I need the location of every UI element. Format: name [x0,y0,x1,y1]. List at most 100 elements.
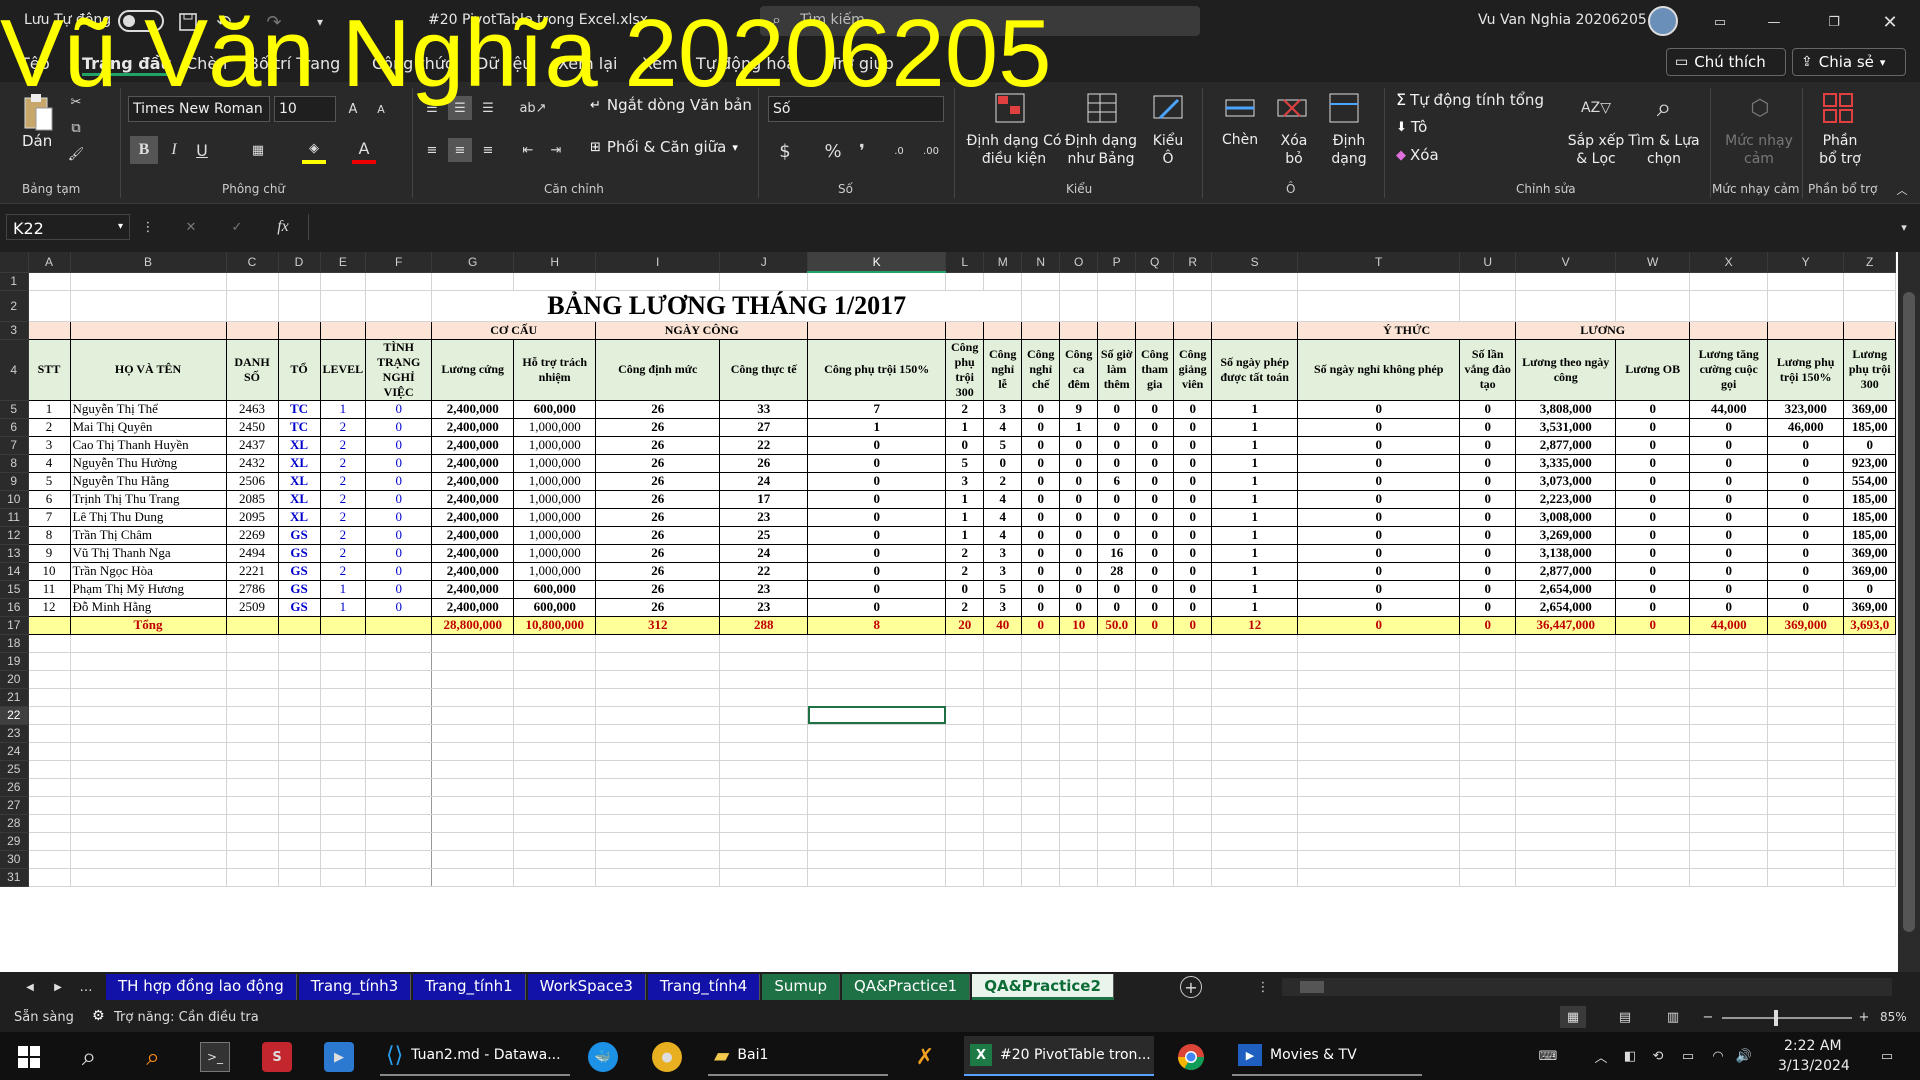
data-cell[interactable]: 0 [1059,453,1099,473]
data-cell[interactable]: 2,400,000 [431,525,515,545]
add-ins-button[interactable]: Phần bổ trợ [1814,132,1866,168]
data-cell[interactable]: XL [277,489,321,509]
cell[interactable] [70,670,227,689]
row-header[interactable]: 5 [0,400,29,419]
data-cell[interactable]: 0 [1459,471,1517,491]
data-cell[interactable]: 1 [319,597,367,617]
cell[interactable] [1767,688,1845,707]
data-cell[interactable]: 0 [1021,399,1061,419]
total-cell[interactable] [365,615,433,635]
cell[interactable] [595,868,721,887]
data-cell[interactable]: 0 [1059,597,1099,617]
row-header[interactable]: 27 [0,796,29,815]
column-header[interactable]: S [1211,252,1299,273]
cell[interactable] [1135,868,1175,887]
column-header[interactable]: P [1097,252,1137,273]
total-cell[interactable]: 0 [1135,615,1175,635]
column-header[interactable]: Q [1135,252,1175,273]
data-cell[interactable]: 26 [595,399,721,419]
find-select-button[interactable]: Tìm & Lựa chọn [1626,132,1702,168]
header-cell[interactable]: Lương OB [1615,338,1691,401]
cell[interactable] [719,670,809,689]
cell[interactable] [595,634,721,653]
cell[interactable] [1173,760,1213,779]
data-cell[interactable]: 0 [1689,525,1769,545]
cell[interactable] [1767,760,1845,779]
cell[interactable] [431,634,515,653]
cell[interactable] [1843,320,1897,340]
cell[interactable] [1459,760,1517,779]
data-cell[interactable]: 2 [319,435,367,455]
cell[interactable] [226,688,279,707]
row-header[interactable]: 30 [0,850,29,869]
cell[interactable] [70,796,227,815]
cell[interactable] [595,706,721,725]
cell[interactable] [1211,272,1299,291]
cell[interactable] [1689,814,1769,833]
cell[interactable] [320,634,367,653]
cell[interactable] [1767,634,1845,653]
cell[interactable] [719,688,809,707]
cell[interactable] [513,272,597,291]
data-cell[interactable]: 16 [1097,543,1137,563]
delete-cells-button[interactable]: Xóa bỏ [1276,132,1312,168]
cell[interactable] [225,320,279,340]
column-header[interactable]: I [595,252,721,273]
total-cell[interactable]: 20 [945,615,985,635]
cell[interactable] [1767,272,1845,291]
row-header[interactable]: 19 [0,652,29,671]
data-cell[interactable]: 0 [1135,399,1175,419]
cell[interactable] [431,832,515,851]
data-cell[interactable]: 1 [1211,507,1299,527]
cell[interactable] [983,868,1023,887]
search-icon[interactable]: ⌕ [74,1042,104,1072]
cell[interactable] [1211,290,1299,322]
data-cell[interactable]: 0 [1459,399,1517,419]
app-red-icon[interactable]: S [262,1042,292,1072]
cell[interactable] [1297,868,1461,887]
cell[interactable] [1173,868,1213,887]
cell[interactable] [365,814,433,833]
data-cell[interactable]: 0 [1615,417,1691,437]
data-cell[interactable]: 1 [27,399,71,419]
cell[interactable] [983,724,1023,743]
cell[interactable] [431,850,515,869]
cell[interactable] [513,706,597,725]
data-cell[interactable]: 26 [595,597,721,617]
header-cell[interactable]: Công ca đêm [1059,338,1099,401]
cell[interactable] [1459,850,1517,869]
column-header[interactable]: K [807,252,947,273]
cell[interactable] [1297,724,1461,743]
cell[interactable] [983,670,1023,689]
column-header[interactable]: W [1615,252,1691,273]
cell[interactable] [27,320,71,340]
data-cell[interactable]: 0 [1135,435,1175,455]
data-cell[interactable]: Vũ Thị Thanh Nga [69,543,227,563]
cell[interactable] [365,832,433,851]
cancel-formula-icon[interactable]: ✕ [178,214,204,240]
data-cell[interactable]: 0 [1689,417,1769,437]
cell[interactable] [431,742,515,761]
cell[interactable] [945,724,985,743]
cell[interactable] [320,796,367,815]
data-cell[interactable]: 0 [1097,507,1137,527]
data-cell[interactable]: 0 [1767,507,1845,527]
total-cell[interactable]: Tổng [69,615,227,635]
cell[interactable] [431,688,515,707]
cell[interactable] [28,814,71,833]
data-cell[interactable]: 600,000 [513,579,597,599]
data-cell[interactable]: 0 [807,543,947,563]
data-cell[interactable]: Nguyễn Thu Hường [69,453,227,473]
sheet-title[interactable]: BẢNG LƯƠNG THÁNG 1/2017 [431,290,1023,322]
format-cells-icon[interactable] [1326,90,1362,126]
cell[interactable] [1689,634,1769,653]
data-cell[interactable]: 26 [595,543,721,563]
data-cell[interactable]: 3,269,000 [1515,525,1617,545]
cell[interactable] [945,272,985,291]
header-cell[interactable]: Lương phụ trội 150% [1767,338,1845,401]
data-cell[interactable]: 0 [1843,435,1897,455]
cell[interactable] [1059,742,1099,761]
more-icon[interactable]: ⋮ [140,214,156,240]
total-cell[interactable]: 0 [1297,615,1461,635]
data-cell[interactable]: 0 [1059,435,1099,455]
